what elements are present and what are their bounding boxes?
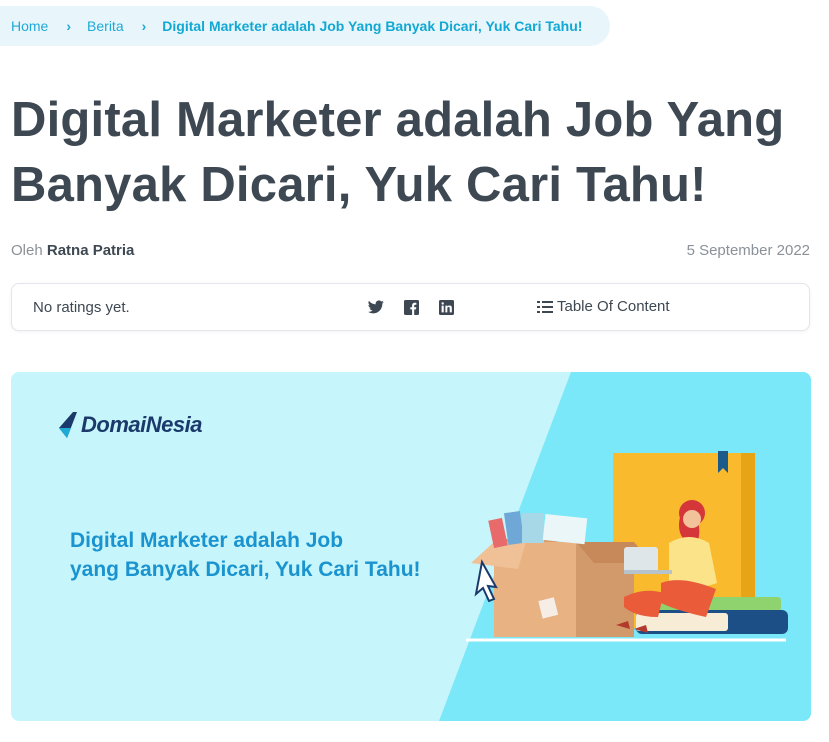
breadcrumb: Home › Berita › Digital Marketer adalah … (0, 6, 610, 46)
publish-date: 5 September 2022 (686, 242, 810, 259)
facebook-icon[interactable] (402, 298, 420, 316)
breadcrumb-home[interactable]: Home (11, 18, 48, 34)
article-toolbar: No ratings yet. Table Of Content (11, 283, 810, 331)
banner-headline: Digital Marketer adalah Job yang Banyak … (70, 526, 421, 584)
banner-headline-line2: yang Banyak Dicari, Yuk Cari Tahu! (70, 558, 421, 581)
author-line: Oleh Ratna Patria (11, 242, 134, 259)
linkedin-icon[interactable] (437, 298, 455, 316)
breadcrumb-berita[interactable]: Berita (87, 18, 124, 34)
banner-headline-line1: Digital Marketer adalah Job (70, 529, 344, 552)
domainesia-logo: DomaiNesia (59, 412, 202, 438)
author-prefix: Oleh (11, 242, 43, 259)
rating-text: No ratings yet. (33, 299, 130, 316)
banner-illustration (466, 451, 788, 642)
table-of-content-button[interactable]: Table Of Content (537, 298, 670, 315)
list-icon (537, 300, 553, 313)
featured-image: DomaiNesia Digital Marketer adalah Job y… (11, 372, 811, 721)
chevron-right-icon: › (66, 18, 72, 34)
page-title: Digital Marketer adalah Job Yang Banyak … (11, 93, 785, 212)
author-name[interactable]: Ratna Patria (47, 242, 135, 259)
breadcrumb-current: Digital Marketer adalah Job Yang Banyak … (162, 18, 583, 34)
chevron-right-icon: › (141, 18, 147, 34)
twitter-icon[interactable] (367, 298, 385, 316)
toc-label: Table Of Content (557, 298, 670, 315)
